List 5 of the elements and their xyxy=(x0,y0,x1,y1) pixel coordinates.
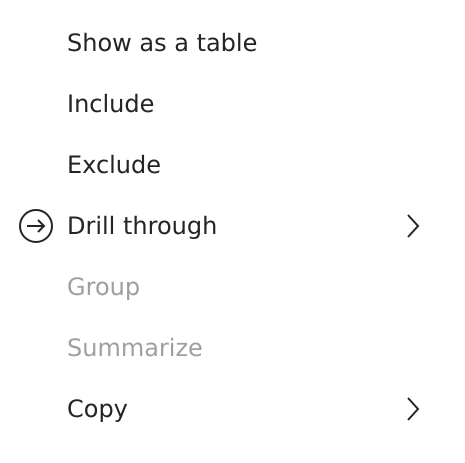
menu-item[interactable]: Show as a table xyxy=(0,12,440,73)
menu-item[interactable]: Include xyxy=(0,73,440,134)
menu-item[interactable]: Copy xyxy=(0,378,440,439)
menu-item[interactable]: Drill through xyxy=(0,195,440,256)
menu-item[interactable]: Exclude xyxy=(0,134,440,195)
